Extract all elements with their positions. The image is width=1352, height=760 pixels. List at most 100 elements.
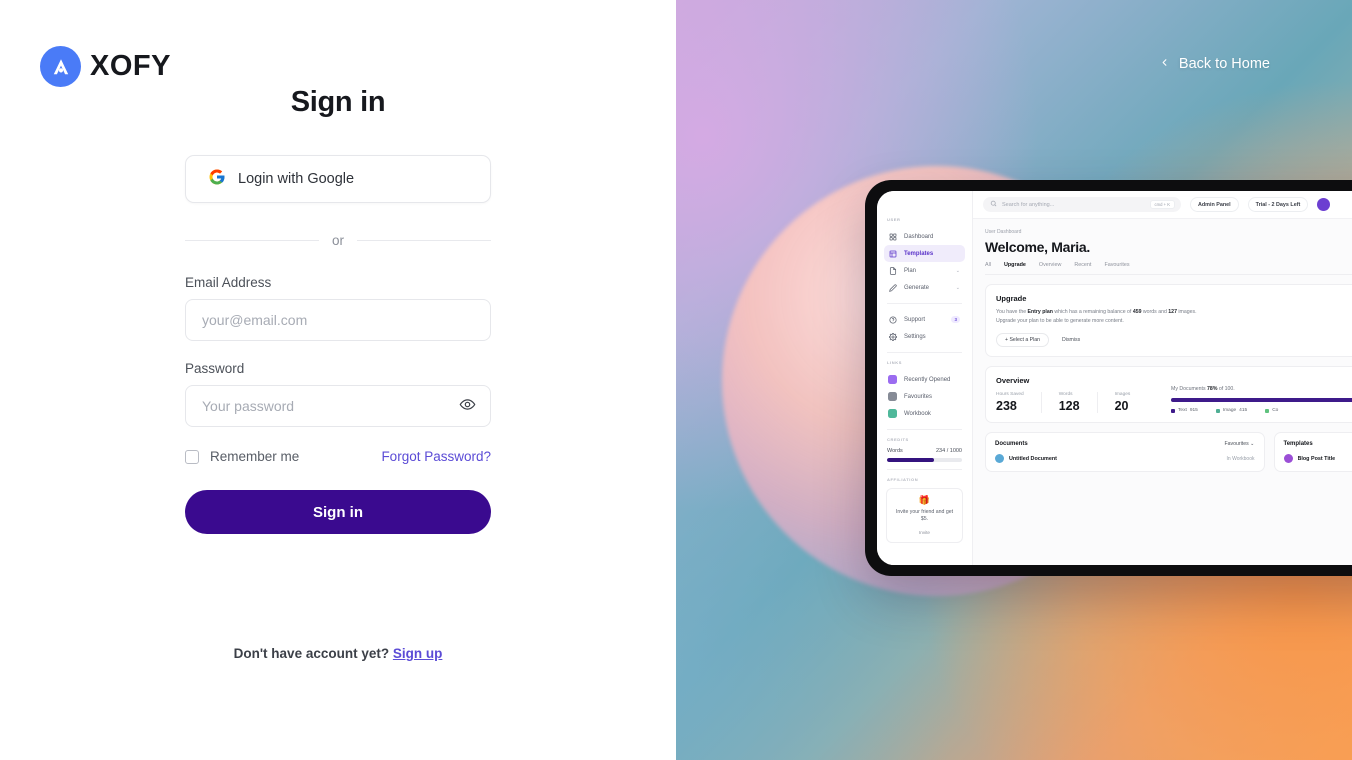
email-field[interactable] bbox=[185, 299, 491, 341]
dismiss-button[interactable]: Dismiss bbox=[1062, 337, 1080, 343]
sidebar-divider-2 bbox=[887, 352, 962, 353]
list-item[interactable]: Blog Post Title bbox=[1283, 454, 1352, 464]
documents-filter-label: Favourites bbox=[1224, 441, 1249, 448]
documents-card: Documents Favourites ⌄ Untitled Document bbox=[985, 432, 1265, 473]
documents-caption-pre: My Documents bbox=[1171, 386, 1208, 393]
back-to-home-link[interactable]: Back to Home bbox=[1159, 56, 1270, 72]
upgrade-plan-name: Entry plan bbox=[1027, 309, 1053, 315]
password-field-wrapper bbox=[185, 385, 491, 427]
invite-button[interactable]: Invite bbox=[893, 530, 956, 535]
legend-code: Co bbox=[1265, 408, 1278, 413]
sidebar-item-settings-label: Settings bbox=[904, 333, 926, 340]
sidebar-divider-4 bbox=[887, 468, 962, 470]
documents-card-header: Documents Favourites ⌄ bbox=[995, 441, 1255, 447]
upgrade-body-3: words and bbox=[1141, 309, 1169, 315]
upgrade-card-title: Upgrade bbox=[996, 294, 1027, 303]
sidebar-caption-user: USER bbox=[887, 217, 901, 222]
legend-text: Text 915 bbox=[1171, 408, 1198, 413]
list-item[interactable]: Untitled Document In Workbook bbox=[995, 454, 1255, 464]
upgrade-card: Upgrade You have the Entry plan which ha… bbox=[985, 284, 1352, 358]
stat-images-label: Images bbox=[1114, 392, 1131, 398]
documents-progress-caption: My Documents 78% of 100. bbox=[1171, 386, 1352, 392]
documents-legend: Text 915 Image 415 Co bbox=[1171, 408, 1352, 413]
affiliation-card[interactable]: 🎁 Invite your friend and get $5. Invite bbox=[886, 487, 963, 544]
legend-image-dot bbox=[1215, 408, 1220, 413]
sidebar-divider-3 bbox=[887, 429, 962, 430]
tab-all[interactable]: All bbox=[985, 262, 991, 268]
credits-widget: Words 234 / 1000 bbox=[877, 448, 972, 462]
divider: or bbox=[185, 233, 492, 248]
signin-page: XOFY Sign in Login with Google or Email … bbox=[0, 0, 1352, 760]
legend-text-value: 915 bbox=[1189, 408, 1198, 414]
sign-up-link[interactable]: Sign up bbox=[393, 646, 443, 661]
login-with-google-button[interactable]: Login with Google bbox=[185, 155, 491, 203]
sidebar-item-favourites[interactable]: Favourites bbox=[884, 388, 965, 405]
trial-status-chip[interactable]: Trial - 2 Days Left bbox=[1247, 197, 1309, 212]
stat-words-value: 128 bbox=[1058, 399, 1080, 414]
signin-form: Sign in Login with Google or Email Addre… bbox=[185, 86, 492, 661]
sidebar-item-recently-opened[interactable]: Recently Opened bbox=[884, 371, 965, 388]
sidebar-item-settings[interactable]: Settings bbox=[884, 328, 965, 345]
sidebar-item-workbook-label: Workbook bbox=[904, 410, 931, 417]
search-input[interactable]: Search for anything... cmd + K bbox=[983, 197, 1181, 212]
sidebar-item-workbook[interactable]: Workbook bbox=[884, 405, 965, 422]
login-with-google-label: Login with Google bbox=[238, 171, 355, 187]
legend-text-dot bbox=[1171, 408, 1175, 413]
upgrade-body-1: You have the bbox=[996, 309, 1028, 315]
document-meta: In Workbook bbox=[1226, 455, 1255, 462]
documents-filter-select[interactable]: Favourites ⌄ bbox=[1224, 441, 1254, 447]
sidebar-item-dashboard[interactable]: Dashboard bbox=[884, 228, 965, 245]
documents-card-title: Documents bbox=[995, 441, 1028, 448]
toggle-password-visibility-button[interactable] bbox=[456, 393, 479, 419]
breadcrumb: User Dashboard bbox=[985, 229, 1022, 235]
legend-image-label: Image bbox=[1222, 408, 1237, 414]
documents-segmented-bar bbox=[1171, 398, 1352, 403]
tab-recent[interactable]: Recent bbox=[1074, 262, 1091, 268]
tab-upgrade[interactable]: Upgrade bbox=[1004, 262, 1026, 268]
affiliation-text: Invite your friend and get $5. bbox=[895, 508, 954, 523]
sidebar-item-support[interactable]: Support 3 bbox=[884, 311, 965, 328]
select-a-plan-button[interactable]: + Select a Plan bbox=[996, 333, 1050, 348]
admin-panel-button[interactable]: Admin Panel bbox=[1190, 197, 1239, 212]
stat-hours-saved: Hours Saved 238 bbox=[996, 392, 1042, 414]
stat-words: Words 128 bbox=[1058, 392, 1098, 414]
template-name: Blog Post Title bbox=[1297, 455, 1336, 462]
chevron-down-icon: ⌄ bbox=[1250, 441, 1255, 448]
recently-opened-icon bbox=[888, 375, 897, 384]
divider-line-left bbox=[185, 240, 319, 241]
segment-text bbox=[1171, 398, 1352, 403]
dashboard-topbar: Search for anything... cmd + K Admin Pan… bbox=[973, 191, 1352, 219]
overview-row: Overview Hours Saved 238 Words 128 Image… bbox=[996, 376, 1352, 414]
divider-line-right bbox=[357, 240, 492, 241]
remember-me-label: Remember me bbox=[210, 449, 300, 464]
overview-stats: Hours Saved 238 Words 128 Images 20 bbox=[996, 392, 1171, 414]
sidebar-item-templates[interactable]: Templates bbox=[884, 245, 965, 262]
forgot-password-link[interactable]: Forgot Password? bbox=[381, 449, 491, 464]
signup-prompt-row: Don't have account yet? Sign up bbox=[185, 646, 491, 661]
remember-me-checkbox[interactable]: Remember me bbox=[185, 449, 299, 464]
legend-text-label: Text bbox=[1178, 408, 1187, 414]
sidebar-item-recently-opened-label: Recently Opened bbox=[904, 376, 951, 383]
help-circle-icon bbox=[888, 315, 897, 324]
sign-in-button[interactable]: Sign in bbox=[185, 490, 491, 534]
sidebar-item-plan[interactable]: Plan ⌄ bbox=[884, 262, 965, 279]
sidebar-item-generate[interactable]: Generate ⌄ bbox=[884, 279, 965, 296]
tab-favourites[interactable]: Favourites bbox=[1104, 262, 1129, 268]
email-label: Email Address bbox=[185, 275, 272, 290]
sidebar-caption-links: LINKS bbox=[887, 360, 902, 365]
axofy-logo-icon bbox=[40, 46, 81, 87]
workbook-icon bbox=[888, 409, 897, 418]
documents-caption-post: of 100. bbox=[1217, 386, 1235, 393]
stat-words-label: Words bbox=[1058, 392, 1073, 398]
search-shortcut-badge: cmd + K bbox=[1149, 200, 1175, 209]
avatar[interactable] bbox=[1317, 198, 1331, 211]
password-field[interactable] bbox=[185, 385, 491, 427]
document-name: Untitled Document bbox=[1009, 455, 1057, 462]
templates-card: Templates Blog Post Title bbox=[1273, 432, 1352, 473]
tab-overview[interactable]: Overview bbox=[1039, 262, 1061, 268]
dashboard-main: Search for anything... cmd + K Admin Pan… bbox=[973, 191, 1352, 565]
brand-logo[interactable]: XOFY bbox=[40, 46, 171, 87]
sidebar-item-templates-label: Templates bbox=[904, 250, 934, 257]
back-to-home-label: Back to Home bbox=[1178, 56, 1270, 72]
sidebar-item-plan-label: Plan bbox=[904, 267, 917, 274]
